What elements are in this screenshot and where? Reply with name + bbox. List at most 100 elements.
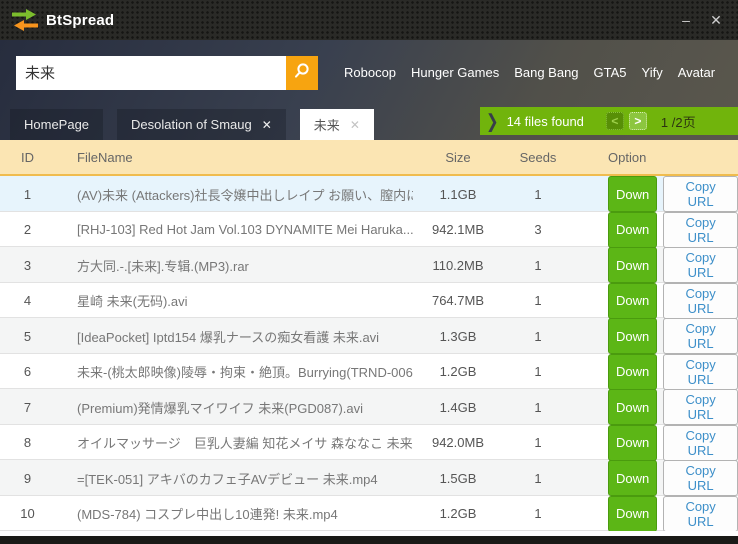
row-size: 1.4GB	[413, 400, 503, 415]
row-options: Down Copy URL	[573, 176, 738, 212]
down-button[interactable]: Down	[608, 283, 657, 319]
table-row[interactable]: 9 =[TEK-051] アキバのカフェ子AVデビュー 未来.mp4 1.5GB…	[0, 460, 738, 496]
row-size: 1.3GB	[413, 329, 503, 344]
copy-url-button[interactable]: Copy URL	[663, 176, 738, 212]
row-id: 2	[0, 222, 55, 237]
down-button[interactable]: Down	[608, 354, 657, 390]
table-row[interactable]: 10 (MDS-784) コスプレ中出し10連発! 未来.mp4 1.2GB 1…	[0, 496, 738, 532]
page-indicator: 1 /2页	[661, 112, 696, 131]
nav-link[interactable]: Avatar	[678, 65, 715, 80]
table-row[interactable]: 6 未来-(桃太郎映像)陵辱・拘束・絶頂。Burrying(TRND-006..…	[0, 354, 738, 390]
row-options: Down Copy URL	[573, 460, 738, 496]
row-options: Down Copy URL	[573, 283, 738, 319]
row-size: 764.7MB	[413, 293, 503, 308]
down-button[interactable]: Down	[608, 212, 657, 248]
row-id: 7	[0, 400, 55, 415]
row-options: Down Copy URL	[573, 425, 738, 461]
nav-link[interactable]: Hunger Games	[411, 65, 499, 80]
row-filename: [IdeaPocket] Iptd154 爆乳ナースの痴女看護 未来.avi	[55, 327, 413, 346]
table-row[interactable]: 2 [RHJ-103] Red Hot Jam Vol.103 DYNAMITE…	[0, 212, 738, 248]
search-row: Robocop Hunger Games Bang Bang GTA5 Yify Avat…	[0, 40, 738, 105]
copy-url-button[interactable]: Copy URL	[663, 354, 738, 390]
app-window: BtSpread – ✕ Robocop Hunger Games Bang Ban…	[0, 0, 738, 544]
copy-url-button[interactable]: Copy URL	[663, 389, 738, 425]
ribbon-chevron-icon: ❯	[486, 110, 499, 133]
table-row[interactable]: 4 星崎 未来(无码).avi 764.7MB 1 Down Copy URL	[0, 283, 738, 319]
down-button[interactable]: Down	[608, 460, 657, 496]
table-row[interactable]: 7 (Premium)発情爆乳マイワイフ 未来(PGD087).avi 1.4G…	[0, 389, 738, 425]
titlebar: BtSpread – ✕	[0, 0, 738, 40]
tab-label: HomePage	[24, 117, 89, 132]
down-button[interactable]: Down	[608, 318, 657, 354]
table-row[interactable]: 8 オイルマッサージ 巨乳人妻編 知花メイサ 森ななこ 未来(... 942.0…	[0, 425, 738, 461]
table-header: ID FileName Size Seeds Option	[0, 140, 738, 176]
table-row[interactable]: 1 (AV)未来 (Attackers)社長令嬢中出しレイプ お願い、膣内に..…	[0, 176, 738, 212]
down-button[interactable]: Down	[608, 425, 657, 461]
tab-current-search[interactable]: 未来 ✕	[300, 109, 374, 140]
copy-url-button[interactable]: Copy URL	[663, 460, 738, 496]
tab-close-icon[interactable]: ✕	[262, 118, 272, 132]
row-options: Down Copy URL	[573, 318, 738, 354]
search-button[interactable]	[286, 56, 318, 90]
row-seeds: 1	[503, 293, 573, 308]
column-header-size: Size	[413, 150, 503, 165]
tab-desolation-of-smaug[interactable]: Desolation of Smaug ✕	[117, 109, 286, 140]
copy-url-button[interactable]: Copy URL	[663, 318, 738, 354]
down-button[interactable]: Down	[608, 496, 657, 532]
pager: < >	[606, 112, 647, 130]
copy-url-button[interactable]: Copy URL	[663, 283, 738, 319]
window-controls: – ✕	[676, 10, 726, 30]
copy-url-button[interactable]: Copy URL	[663, 247, 738, 283]
tab-bar: HomePage Desolation of Smaug ✕ 未来 ✕ ❯ 14…	[0, 105, 738, 140]
row-filename: 未来-(桃太郎映像)陵辱・拘束・絶頂。Burrying(TRND-006...	[55, 362, 413, 381]
down-button[interactable]: Down	[608, 247, 657, 283]
nav-links: Robocop Hunger Games Bang Bang GTA5 Yify Avat…	[344, 65, 715, 80]
search-input[interactable]	[16, 56, 286, 90]
row-seeds: 3	[503, 222, 573, 237]
window-bottom-edge	[0, 536, 738, 544]
row-id: 1	[0, 187, 55, 202]
row-size: 1.2GB	[413, 506, 503, 521]
row-seeds: 1	[503, 400, 573, 415]
down-button[interactable]: Down	[608, 389, 657, 425]
row-options: Down Copy URL	[573, 389, 738, 425]
copy-url-button[interactable]: Copy URL	[663, 425, 738, 461]
row-id: 4	[0, 293, 55, 308]
nav-link[interactable]: Bang Bang	[514, 65, 578, 80]
table-row[interactable]: 3 方大同.-.[未来].专辑.(MP3).rar 110.2MB 1 Down…	[0, 247, 738, 283]
row-id: 8	[0, 435, 55, 450]
row-size: 942.1MB	[413, 222, 503, 237]
results-banner: ❯ 14 files found < > 1 /2页	[480, 107, 738, 135]
nav-link[interactable]: GTA5	[594, 65, 627, 80]
table-row[interactable]: 5 [IdeaPocket] Iptd154 爆乳ナースの痴女看護 未来.avi…	[0, 318, 738, 354]
row-size: 1.5GB	[413, 471, 503, 486]
row-seeds: 1	[503, 506, 573, 521]
nav-link[interactable]: Robocop	[344, 65, 396, 80]
down-button[interactable]: Down	[608, 176, 657, 212]
row-options: Down Copy URL	[573, 247, 738, 283]
row-filename: (MDS-784) コスプレ中出し10連発! 未来.mp4	[55, 504, 413, 523]
row-size: 942.0MB	[413, 435, 503, 450]
row-options: Down Copy URL	[573, 496, 738, 532]
column-header-filename: FileName	[55, 150, 413, 165]
tab-homepage[interactable]: HomePage	[10, 109, 103, 140]
minimize-button[interactable]: –	[676, 10, 696, 30]
row-size: 110.2MB	[413, 258, 503, 273]
row-filename: (Premium)発情爆乳マイワイフ 未来(PGD087).avi	[55, 398, 413, 417]
tab-label: 未来	[314, 115, 340, 134]
row-filename: (AV)未来 (Attackers)社長令嬢中出しレイプ お願い、膣内に...	[55, 185, 413, 204]
row-seeds: 1	[503, 364, 573, 379]
row-seeds: 1	[503, 471, 573, 486]
copy-url-button[interactable]: Copy URL	[663, 496, 738, 532]
row-seeds: 1	[503, 258, 573, 273]
close-button[interactable]: ✕	[706, 10, 726, 30]
nav-link[interactable]: Yify	[642, 65, 663, 80]
column-header-seeds: Seeds	[503, 150, 573, 165]
prev-page-button[interactable]: <	[606, 112, 624, 130]
copy-url-button[interactable]: Copy URL	[663, 212, 738, 248]
tab-close-icon[interactable]: ✕	[350, 118, 360, 132]
next-page-button[interactable]: >	[629, 112, 647, 130]
row-filename: オイルマッサージ 巨乳人妻編 知花メイサ 森ななこ 未来(...	[55, 433, 413, 452]
row-id: 10	[0, 506, 55, 521]
row-seeds: 1	[503, 187, 573, 202]
